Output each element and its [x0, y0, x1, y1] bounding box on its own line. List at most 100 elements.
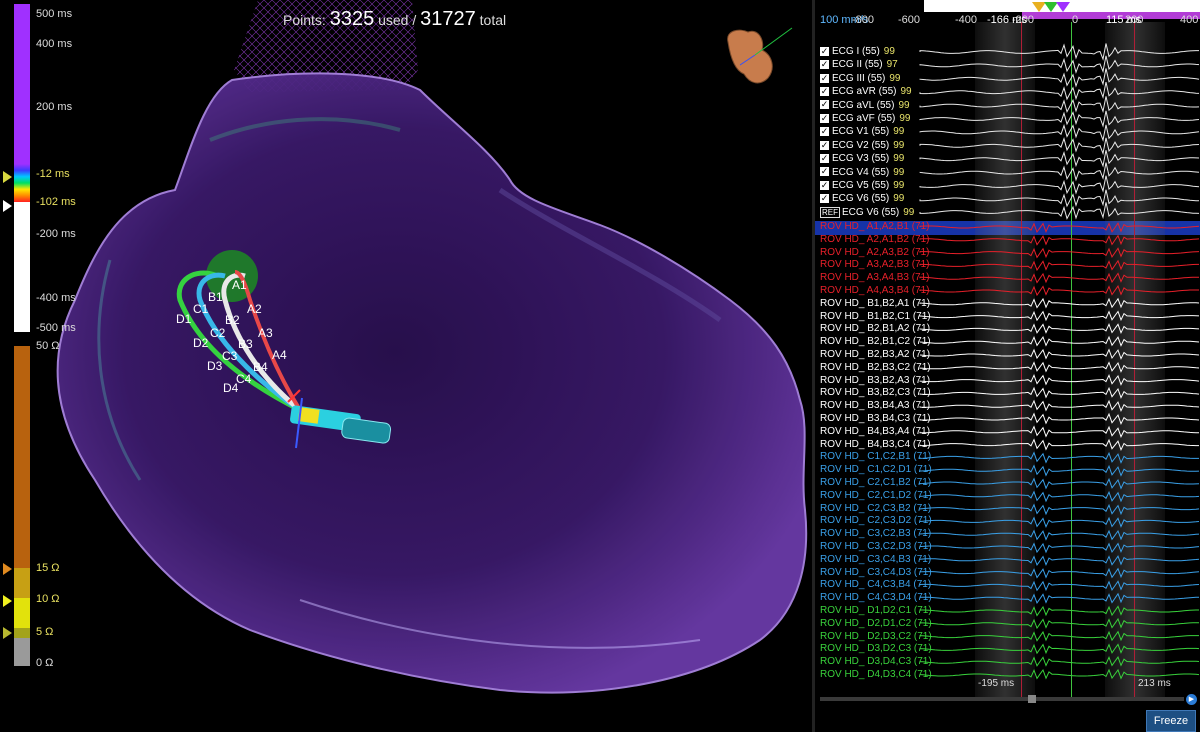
egm-channel-row[interactable]: ROV HD_ B4,B3,C4 (71) — [820, 438, 931, 451]
egm-channel-row[interactable]: ROV HD_ A2,A1,B2 (71) — [820, 233, 930, 246]
imp-marker-15[interactable] — [3, 563, 12, 575]
signal-trace — [919, 490, 1200, 503]
ecg-channel-row[interactable]: ✓ ECG aVL (55) 99 — [820, 99, 910, 112]
ecg-channel-row[interactable]: ✓ ECG III (55) 99 — [820, 72, 900, 85]
ecg-channel-row[interactable]: ✓ ECG II (55) 97 — [820, 58, 898, 71]
lat-label-minus12: -12 ms — [36, 168, 70, 180]
egm-channel-row[interactable]: ROV HD_ C2,C3,D2 (71) — [820, 514, 932, 527]
ecg-channel-row[interactable]: ✓ ECG aVR (55) 99 — [820, 85, 912, 98]
egm-channel-row[interactable]: ROV HD_ C1,C2,B1 (71) — [820, 450, 931, 463]
egm-channel-row[interactable]: ROV HD_ A2,A3,B2 (71) — [820, 246, 930, 259]
egm-channel-row[interactable]: ROV HD_ C4,C3,B4 (71) — [820, 578, 931, 591]
egm-channel-row[interactable]: ROV HD_ C3,C4,B3 (71) — [820, 553, 931, 566]
freeze-button[interactable]: Freeze — [1146, 710, 1196, 732]
egm-channel-row[interactable]: ROV HD_ D1,D2,C1 (71) — [820, 604, 932, 617]
ecg-channel-row[interactable]: ✓ ECG aVF (55) 99 — [820, 112, 910, 125]
egm-channel-row[interactable]: ROV HD_ D2,D1,C2 (71) — [820, 617, 932, 630]
signal-trace — [919, 81, 1200, 101]
lat-lower-marker[interactable] — [3, 200, 12, 212]
orientation-model-icon[interactable] — [720, 20, 810, 100]
channel-checkbox[interactable]: ✓ — [820, 113, 829, 123]
egm-channel-row[interactable]: ROV HD_ B1,B2,A1 (71) — [820, 297, 930, 310]
impedance-color-scale[interactable] — [14, 346, 30, 666]
signal-trace — [919, 592, 1200, 604]
egm-channel-row[interactable]: ROV HD_ D3,D4,C3 (71) — [820, 655, 932, 668]
electrode-label-d4: D4 — [223, 381, 239, 395]
timeline-scrollbar[interactable] — [820, 697, 1184, 701]
channel-name: ECG III (55) — [832, 72, 886, 84]
channel-checkbox[interactable]: ✓ — [820, 60, 829, 70]
egm-channel-row[interactable]: ROV HD_ C4,C3,D4 (71) — [820, 591, 932, 604]
ecg-channel-row[interactable]: ✓ ECG V1 (55) 99 — [820, 125, 904, 138]
imp-marker-5[interactable] — [3, 627, 12, 639]
signal-trace — [919, 464, 1200, 477]
ecg-channel-row[interactable]: ✓ ECG V3 (55) 99 — [820, 152, 904, 165]
channel-checkbox[interactable]: ✓ — [820, 46, 829, 56]
channel-name: ROV HD_ A3,A2,B3 (71) — [820, 259, 930, 271]
imp-marker-10[interactable] — [3, 595, 12, 607]
channel-name: ROV HD_ A4,A3,B4 (71) — [820, 285, 930, 296]
ref-tag[interactable]: REF — [820, 207, 840, 218]
egm-channel-row[interactable]: ROV HD_ B2,B1,C2 (71) — [820, 335, 931, 348]
egm-channel-row[interactable]: ROV HD_ A1,A2,B1 (71) — [820, 220, 930, 233]
window-left-ms: -166 ms — [987, 14, 1027, 26]
channel-checkbox[interactable]: ✓ — [820, 127, 829, 137]
egm-channel-row[interactable]: ROV HD_ C3,C4,D3 (71) — [820, 566, 932, 579]
signal-trace — [919, 399, 1200, 412]
egm-channel-row[interactable]: ROV HD_ B2,B3,A2 (71) — [820, 348, 930, 361]
egm-channel-row[interactable]: ROV HD_ B1,B2,C1 (71) — [820, 310, 931, 323]
axis-tick-minus400: -400 — [955, 14, 978, 26]
electrode-label-b4: B4 — [253, 360, 268, 374]
channel-name: ECG V4 (55) — [832, 166, 890, 178]
play-icon[interactable]: ▶ — [1186, 694, 1197, 705]
egm-channel-row[interactable]: ROV HD_ B3,B4,A3 (71) — [820, 399, 930, 412]
channel-checkbox[interactable]: ✓ — [820, 100, 829, 110]
egm-channel-row[interactable]: ROV HD_ D3,D2,C3 (71) — [820, 642, 932, 655]
egm-channel-row[interactable]: ROV HD_ D2,D3,C2 (71) — [820, 630, 932, 643]
ecg-channel-row[interactable]: ✓ ECG V2 (55) 99 — [820, 139, 904, 152]
egm-channel-row[interactable]: ROV HD_ C2,C3,B2 (71) — [820, 502, 931, 515]
imp-label-5: 5 Ω — [36, 626, 54, 638]
egm-channel-row[interactable]: ROV HD_ B3,B4,C3 (71) — [820, 412, 931, 425]
channel-name: ROV HD_ B2,B3,A2 (71) — [820, 349, 931, 360]
egm-channel-row[interactable]: ROV HD_ B2,B1,A2 (71) — [820, 322, 930, 335]
ecg-channel-row[interactable]: ✓ ECG V4 (55) 99 — [820, 166, 904, 179]
egm-channel-row[interactable]: ROV HD_ C3,C2,D3 (71) — [820, 540, 932, 553]
anatomy-scene[interactable]: A1A2 A3 A4 B1B2 B3B4 C1C2 C3 C4 D1D2 D3D4 — [0, 0, 812, 732]
egm-channel-row[interactable]: ROV HD_ B3,B2,A3 (71) — [820, 374, 930, 387]
lat-marker-icon[interactable] — [1030, 0, 1078, 14]
channel-checkbox[interactable]: ✓ — [820, 87, 829, 97]
egm-channel-row[interactable]: ROV HD_ A4,A3,B4 (71) — [820, 284, 930, 297]
map-viewer[interactable]: A1 A2 A3 A4 B1 B2 B3 B4 C1 C2 C3 C4 D1 D2 D3 D4 Points:… — [0, 0, 812, 732]
channel-checkbox[interactable]: ✓ — [820, 167, 829, 177]
electrode-label-a2: A2 — [247, 302, 262, 316]
channel-checkbox[interactable]: ✓ — [820, 73, 829, 83]
egm-channel-row[interactable]: ROV HD_ C2,C1,B2 (71) — [820, 476, 931, 489]
channel-name: ROV HD_ C1,C2,D1 (71) — [820, 464, 932, 476]
channel-name: ECG II (55) — [832, 59, 883, 71]
channel-checkbox[interactable]: ✓ — [820, 154, 829, 164]
signal-trace — [919, 137, 1200, 156]
egm-channel-row[interactable]: ROV HD_ C3,C2,B3 (71) — [820, 527, 931, 540]
channel-checkbox[interactable]: ✓ — [820, 180, 829, 190]
ecg-channel-row[interactable]: ✓ ECG V6 (55) 99 — [820, 192, 904, 205]
lat-upper-marker[interactable] — [3, 171, 12, 183]
egm-channel-row[interactable]: ROV HD_ D4,D3,C4 (71) — [820, 668, 932, 681]
channel-checkbox[interactable]: ✓ — [820, 140, 829, 150]
egm-channel-row[interactable]: ROV HD_ B2,B3,C2 (71) — [820, 361, 931, 374]
egm-channel-row[interactable]: ROV HD_ B4,B3,A4 (71) — [820, 425, 930, 438]
egm-channel-row[interactable]: ROV HD_ C2,C1,D2 (71) — [820, 489, 932, 502]
signal-trace — [919, 43, 1199, 61]
ecg-channel-row[interactable]: ✓ ECG I (55) 99 — [820, 45, 895, 58]
channel-checkbox[interactable]: ✓ — [820, 194, 829, 204]
lat-color-scale[interactable] — [14, 4, 30, 332]
egm-channel-row[interactable]: ROV HD_ A3,A4,B3 (71) — [820, 271, 930, 284]
egm-channel-row[interactable]: ROV HD_ A3,A2,B3 (71) — [820, 258, 930, 271]
electrode-label-c4: C4 — [236, 372, 252, 386]
ecg-channel-row[interactable]: ✓ ECG V5 (55) 99 — [820, 179, 904, 192]
scrollbar-thumb[interactable] — [1028, 695, 1036, 703]
egm-channel-row[interactable]: ROV HD_ B3,B2,C3 (71) — [820, 386, 931, 399]
signal-trace — [919, 555, 1200, 567]
ref-channel[interactable]: REF ECG V6 (55) 99 — [820, 206, 914, 219]
egm-channel-row[interactable]: ROV HD_ C1,C2,D1 (71) — [820, 463, 932, 476]
